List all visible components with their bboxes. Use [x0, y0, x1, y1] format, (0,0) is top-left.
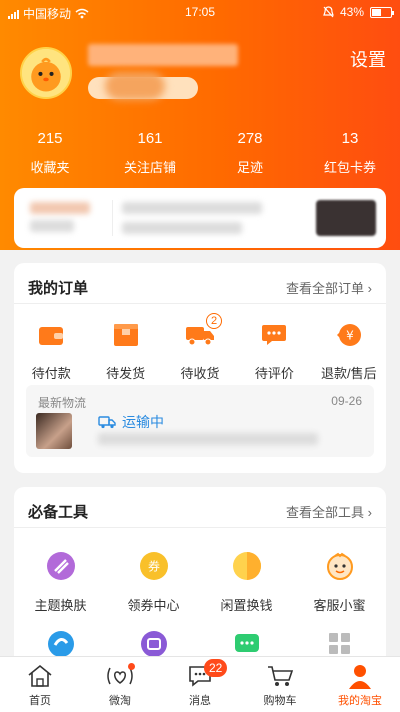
redacted-text: [30, 220, 74, 232]
customer-service-icon: [326, 552, 353, 580]
battery-icon: [370, 6, 394, 18]
stat-followed-shops[interactable]: 161 关注店铺: [100, 130, 200, 176]
stats-row: 215 收藏夹 161 关注店铺 278 足迹 13 红包卡券: [0, 130, 400, 176]
wallet-icon: [39, 327, 64, 345]
tools-title: 必备工具: [28, 504, 89, 521]
tab-home[interactable]: 首页: [0, 657, 80, 712]
tool-theme-skin[interactable]: 主题换肤: [14, 549, 107, 614]
logistics-status-text: 运输中: [122, 414, 164, 430]
stat-label: 收藏夹: [30, 160, 70, 175]
settings-button[interactable]: 设置: [350, 46, 386, 72]
order-label: 待发货: [106, 366, 146, 381]
redacted-text: [98, 433, 318, 445]
order-pending-receipt[interactable]: 2 待收货: [163, 313, 237, 382]
package-icon: [113, 324, 138, 346]
my-taobao-icon: [349, 665, 371, 689]
truck-outline-icon: [98, 416, 116, 429]
order-label: 待收货: [180, 366, 220, 381]
tool-coupon-center[interactable]: 券 领券中心: [107, 549, 200, 614]
logistics-title: 最新物流: [38, 396, 87, 410]
logistics-date: 09-26: [331, 394, 362, 408]
order-pending-review[interactable]: 待评价: [237, 319, 311, 382]
order-pending-shipment[interactable]: 待发货: [88, 319, 162, 382]
tool-customer-service[interactable]: 客服小蜜: [293, 549, 386, 614]
view-all-tools-link[interactable]: 查看全部工具 ›: [286, 502, 372, 521]
cart-icon: [268, 666, 294, 686]
order-label: 退款/售后: [321, 366, 377, 381]
stat-favorites[interactable]: 215 收藏夹: [0, 130, 100, 176]
bottom-tab-bar: 首页 微淘 22 消息 购物车 我的淘宝: [0, 656, 400, 712]
alarm-icon: [323, 6, 334, 18]
tool-idle-exchange[interactable]: 闲置换钱: [200, 549, 293, 614]
svg-text:券: 券: [147, 559, 159, 574]
orders-card: 我的订单 查看全部订单 › 待付款 待发货 2 待收货 待评价 ¥ 退款/售后 …: [14, 263, 386, 473]
tab-messages[interactable]: 22 消息: [160, 657, 240, 712]
tool-label: 闲置换钱: [220, 598, 273, 613]
theme-icon: [46, 552, 75, 580]
tab-my-taobao[interactable]: 我的淘宝: [320, 657, 400, 712]
avatar[interactable]: [20, 47, 72, 99]
refund-icon: ¥: [336, 324, 361, 346]
tab-label: 微淘: [109, 695, 131, 707]
blue-swirl-icon: [47, 631, 74, 657]
username-redacted: [88, 44, 238, 66]
idle-exchange-icon: [232, 552, 261, 580]
tab-cart[interactable]: 购物车: [240, 657, 320, 712]
comment-icon: [262, 325, 287, 345]
tab-label: 首页: [29, 695, 51, 707]
orders-title: 我的订单: [28, 280, 89, 297]
card-image-redacted: [316, 200, 376, 236]
status-bar: 中国移动 17:05 43%: [0, 0, 400, 24]
stat-number: 13: [341, 130, 359, 147]
membership-card[interactable]: [14, 188, 386, 248]
green-chat-icon: [234, 634, 259, 652]
order-pending-payment[interactable]: 待付款: [14, 319, 88, 382]
tab-label: 购物车: [263, 695, 297, 707]
svg-text:¥: ¥: [346, 329, 354, 343]
avatar-chick-icon: [22, 49, 70, 97]
stat-number: 278: [237, 130, 263, 147]
home-icon: [28, 664, 52, 687]
stat-coupons[interactable]: 13 红包卡券: [300, 130, 400, 176]
messages-badge: 22: [204, 659, 228, 677]
stat-footprints[interactable]: 278 足迹: [200, 130, 300, 176]
divider: [14, 527, 386, 528]
tools-row: 主题换肤 券 领券中心 闲置换钱 客服小蜜: [14, 549, 386, 614]
tool-label: 主题换肤: [34, 598, 87, 613]
order-refund-aftersale[interactable]: ¥ 退款/售后: [312, 319, 386, 382]
tool-label: 客服小蜜: [313, 598, 366, 613]
tab-label: 我的淘宝: [338, 695, 382, 707]
redacted-text: [122, 202, 262, 214]
order-status-row: 待付款 待发货 2 待收货 待评价 ¥ 退款/售后: [14, 313, 386, 382]
pending-receipt-badge: 2: [206, 313, 223, 329]
logistics-status: 运输中: [98, 412, 164, 432]
coupon-icon: 券: [139, 552, 168, 580]
view-all-orders-link[interactable]: 查看全部订单 ›: [286, 278, 372, 297]
tab-label: 消息: [189, 695, 211, 707]
battery-percent: 43%: [339, 5, 364, 19]
stat-label: 关注店铺: [123, 160, 176, 175]
redacted-text: [30, 202, 90, 214]
purple-box-icon: [140, 631, 167, 657]
divider: [14, 303, 386, 304]
card-divider: [112, 200, 113, 236]
weitao-notification-dot: [128, 663, 135, 670]
grid-icon: [328, 633, 350, 654]
order-label: 待评价: [254, 366, 294, 381]
tab-weitao[interactable]: 微淘: [80, 657, 160, 712]
stat-label: 红包卡券: [323, 160, 376, 175]
latest-logistics[interactable]: 最新物流 09-26 运输中: [26, 385, 374, 457]
stat-label: 足迹: [236, 160, 263, 175]
member-tag-redacted: [105, 72, 165, 100]
order-label: 待付款: [31, 366, 71, 381]
logistics-product-thumbnail: [36, 413, 72, 449]
tool-label: 领券中心: [127, 598, 180, 613]
stat-number: 215: [37, 130, 63, 147]
stat-number: 161: [137, 130, 163, 147]
redacted-text: [122, 222, 242, 234]
tools-card: 必备工具 查看全部工具 › 主题换肤 券 领券中心 闲置换钱 客服小蜜: [14, 487, 386, 677]
